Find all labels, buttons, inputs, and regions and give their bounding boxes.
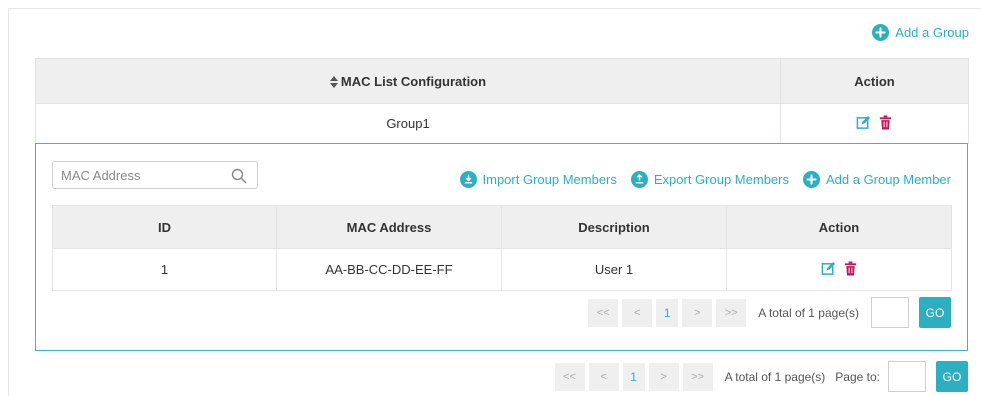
export-icon — [630, 171, 648, 188]
edit-icon[interactable] — [856, 115, 871, 130]
row-actions — [780, 103, 969, 144]
member-id: 1 — [52, 248, 277, 291]
import-members-button[interactable]: Import Group Members — [459, 171, 617, 188]
export-members-label: Export Group Members — [653, 172, 789, 187]
mac-search-field[interactable] — [52, 161, 258, 189]
add-member-label: Add a Group Member — [825, 172, 951, 187]
sort-icon[interactable] — [329, 76, 338, 89]
mac-search-input[interactable] — [61, 167, 221, 183]
panel-top-border — [8, 8, 981, 9]
group-pagination: << < 1 > >> A total of 1 page(s) Page to… — [554, 361, 968, 392]
group-name: Group1 — [35, 103, 781, 144]
page-jump-input[interactable] — [888, 361, 926, 392]
export-members-button[interactable]: Export Group Members — [630, 171, 789, 188]
member-table-header: ID MAC Address Description Action — [52, 205, 952, 249]
search-icon[interactable] — [231, 168, 247, 184]
delete-icon[interactable] — [878, 114, 893, 130]
member-actions: Import Group Members Export Group Member… — [459, 171, 951, 188]
group-members-panel: Import Group Members Export Group Member… — [35, 143, 968, 351]
next-page-button[interactable]: > — [682, 298, 713, 327]
go-button[interactable]: GO — [919, 297, 951, 328]
table-row[interactable]: Group1 — [35, 103, 969, 144]
column-header-mac: MAC Address — [276, 205, 502, 249]
page-total-text: A total of 1 page(s) — [758, 305, 859, 320]
last-page-button[interactable]: >> — [682, 362, 713, 391]
first-page-button[interactable]: << — [554, 362, 585, 391]
go-button[interactable]: GO — [936, 361, 968, 392]
member-mac: AA-BB-CC-DD-EE-FF — [276, 248, 502, 291]
add-group-label: Add a Group — [895, 25, 969, 40]
prev-page-button[interactable]: < — [622, 298, 653, 327]
column-header-label: MAC List Configuration — [340, 73, 487, 89]
edit-icon[interactable] — [821, 261, 836, 276]
group-table-header: MAC List Configuration Action — [35, 58, 969, 104]
last-page-button[interactable]: >> — [716, 298, 747, 327]
column-header-id: ID — [52, 205, 277, 249]
member-table: ID MAC Address Description Action 1 AA-B… — [52, 205, 952, 291]
member-description: User 1 — [501, 248, 727, 291]
page-total-text: A total of 1 page(s) — [724, 369, 826, 384]
plus-circle-icon — [872, 24, 890, 41]
group-table: MAC List Configuration Action Group1 — [35, 58, 969, 144]
import-members-label: Import Group Members — [482, 172, 617, 187]
next-page-button[interactable]: > — [648, 362, 679, 391]
page-to-label: Page to: — [835, 369, 880, 384]
column-header-action: Action — [780, 58, 969, 104]
page-jump-input[interactable] — [871, 297, 909, 328]
column-header-description: Description — [501, 205, 727, 249]
member-pagination: << < 1 > >> A total of 1 page(s) GO — [588, 297, 951, 328]
table-row[interactable]: 1 AA-BB-CC-DD-EE-FF User 1 — [52, 248, 952, 291]
panel-left-border — [8, 8, 9, 396]
add-group-button[interactable]: Add a Group — [872, 24, 969, 41]
import-icon — [459, 171, 477, 188]
add-member-button[interactable]: Add a Group Member — [802, 171, 951, 188]
current-page[interactable]: 1 — [656, 298, 679, 327]
row-actions — [726, 248, 952, 291]
delete-icon[interactable] — [843, 260, 858, 276]
prev-page-button[interactable]: < — [588, 362, 619, 391]
current-page[interactable]: 1 — [622, 362, 645, 391]
column-header-mac-list[interactable]: MAC List Configuration — [35, 58, 781, 104]
first-page-button[interactable]: << — [588, 298, 619, 327]
plus-circle-icon — [802, 171, 820, 188]
column-header-action: Action — [726, 205, 952, 249]
